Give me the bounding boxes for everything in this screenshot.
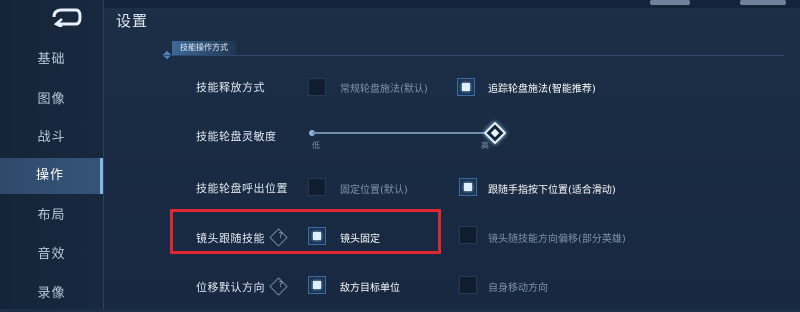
highlight-annotation-box bbox=[170, 209, 441, 254]
move-direction-label: 位移默认方向 bbox=[196, 281, 265, 294]
move-enemy-target-checkbox[interactable] bbox=[308, 276, 326, 294]
cast-mode-default-label[interactable]: 常规轮盘施法(默认) bbox=[340, 80, 428, 95]
status-bar bbox=[0, 0, 800, 8]
status-glyph bbox=[650, 0, 690, 5]
move-enemy-target-label[interactable]: 敌方目标单位 bbox=[340, 279, 400, 294]
help-icon[interactable]: ? bbox=[269, 277, 288, 296]
wheel-position-fixed-checkbox[interactable] bbox=[308, 178, 326, 196]
sidebar-item-sound[interactable]: 音效 bbox=[0, 237, 103, 273]
wheel-position-fixed-label[interactable]: 固定位置(默认) bbox=[340, 181, 408, 196]
section-header: 技能操作方式 bbox=[172, 41, 236, 55]
sidebar-item-graphics[interactable]: 图像 bbox=[0, 82, 103, 118]
wheel-position-label: 技能轮盘呼出位置 bbox=[196, 182, 288, 195]
sidebar: 基础 图像 战斗 操作 布局 音效 录像 bbox=[0, 0, 104, 309]
sidebar-item-layout[interactable]: 布局 bbox=[0, 198, 103, 234]
camera-offset-label[interactable]: 镜头随技能方向偏移(部分英雄) bbox=[488, 230, 626, 245]
cast-mode-default-checkbox[interactable] bbox=[308, 78, 326, 96]
sensitivity-label: 技能轮盘灵敏度 bbox=[196, 130, 277, 143]
cast-mode-tracking-label[interactable]: 追踪轮盘施法(智能推荐) bbox=[488, 80, 596, 95]
camera-offset-checkbox[interactable] bbox=[459, 226, 477, 244]
sidebar-item-controls[interactable]: 操作 bbox=[0, 158, 103, 194]
slider-min-label: 低 bbox=[312, 141, 320, 150]
status-glyph bbox=[740, 0, 786, 5]
back-arrow-icon[interactable] bbox=[48, 7, 84, 27]
move-self-direction-checkbox[interactable] bbox=[459, 276, 477, 294]
wheel-position-follow-checkbox[interactable] bbox=[459, 178, 477, 196]
section-divider bbox=[164, 55, 784, 56]
sidebar-item-basic[interactable]: 基础 bbox=[0, 42, 103, 78]
wheel-position-follow-label[interactable]: 跟随手指按下位置(适合滑动) bbox=[488, 181, 616, 196]
sidebar-item-replay[interactable]: 录像 bbox=[0, 276, 103, 312]
cast-mode-label: 技能释放方式 bbox=[196, 81, 265, 94]
sidebar-item-combat[interactable]: 战斗 bbox=[0, 120, 103, 156]
sensitivity-slider-track[interactable] bbox=[312, 132, 495, 134]
cast-mode-tracking-checkbox[interactable] bbox=[457, 78, 475, 96]
slider-max-label: 高 bbox=[481, 141, 489, 150]
help-glyph: ? bbox=[278, 279, 283, 289]
move-self-direction-label[interactable]: 自身移动方向 bbox=[488, 279, 548, 294]
page-title: 设置 bbox=[116, 12, 149, 30]
